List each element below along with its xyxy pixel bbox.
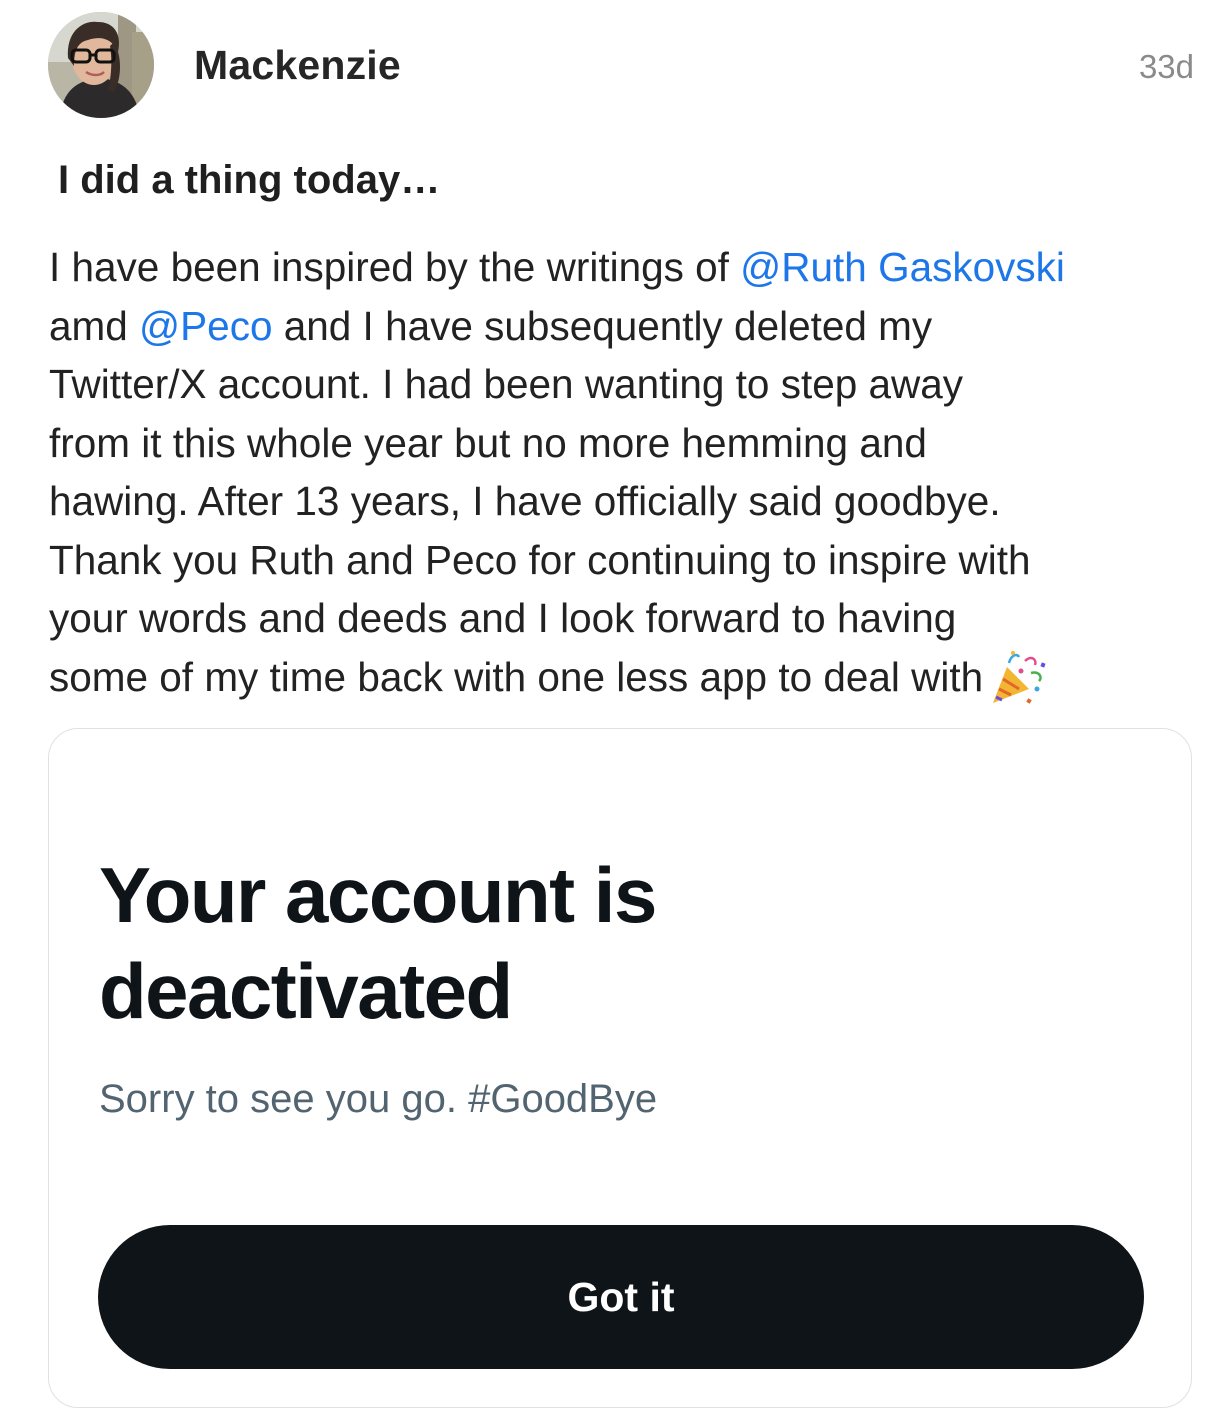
post-timestamp: 33d: [1138, 48, 1194, 85]
deactivated-heading: Your account is deactivated: [99, 847, 899, 1039]
body-line: Twitter/X account. I had been wanting to…: [49, 361, 964, 407]
body-text: some of my time back with one less app t…: [49, 653, 984, 700]
post-title: I did a thing today…: [58, 158, 441, 202]
deactivated-subtitle: Sorry to see you go. #GoodBye: [99, 1077, 658, 1121]
body-line: I have been inspired by the writings of …: [49, 238, 1209, 297]
author-name[interactable]: Mackenzie: [194, 42, 401, 89]
party-popper-icon: [987, 649, 1047, 707]
embedded-screenshot-card[interactable]: Your account is deactivated Sorry to see…: [48, 728, 1192, 1408]
body-line: amd @Peco and I have subsequently delete…: [49, 297, 1209, 356]
mention-ruth-gaskovski[interactable]: @Ruth Gaskovski: [740, 244, 1065, 290]
body-line: Thank you Ruth and Peco for continuing t…: [49, 536, 1031, 583]
body-line: some of my time back with one less app t…: [49, 648, 1209, 707]
body-line: hawing. After 13 years, I have officiall…: [49, 478, 1001, 524]
heading-line: deactivated: [99, 947, 513, 1035]
body-line: from it this whole year but no more hemm…: [49, 419, 927, 466]
body-text: and I have subsequently deleted my: [272, 302, 933, 349]
mention-peco[interactable]: @Peco: [139, 303, 272, 349]
got-it-button[interactable]: Got it: [98, 1225, 1144, 1369]
post-header: Mackenzie 33d: [48, 12, 1194, 120]
avatar[interactable]: [48, 12, 154, 118]
post-body: I have been inspired by the writings of …: [49, 238, 1209, 707]
body-text: I have been inspired by the writings of: [49, 244, 741, 290]
heading-line: Your account is: [99, 851, 657, 939]
profile-photo-icon: [48, 12, 154, 118]
body-line: your words and deeds and I look forward …: [49, 595, 957, 641]
body-text: amd: [49, 302, 140, 349]
